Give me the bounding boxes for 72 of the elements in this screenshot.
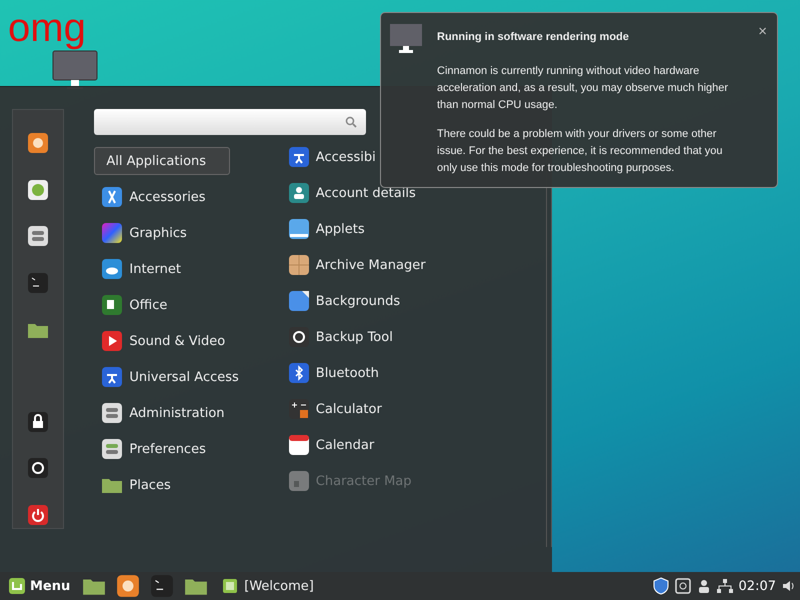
application-item[interactable]: Backgrounds [288,287,426,315]
volume-icon[interactable] [782,579,796,593]
clock[interactable]: 02:07 [738,578,776,594]
category-item[interactable]: Administration [94,399,246,427]
box-icon [288,254,310,276]
category-label: Administration [129,406,225,420]
category-label: All Applications [106,154,206,168]
toggles-icon [101,402,124,424]
category-label: Preferences [129,442,206,456]
category-item[interactable]: Places [94,471,246,499]
application-item[interactable]: Calendar [288,431,426,459]
cloud-icon [101,258,124,280]
category-label: Sound & Video [129,334,226,348]
category-label: Internet [129,262,182,276]
application-label: Archive Manager [316,258,426,272]
search-icon [345,116,358,128]
lock-icon [27,410,50,433]
notification-text: There could be a problem with your drivers or some other issue. For the best experience, it is recommended that you only use this mode for troubleshooting purposes. [437,127,724,176]
terminal-icon [27,272,50,294]
panel-icon [288,218,310,240]
shield-icon[interactable] [652,577,669,595]
application-label: Backup Tool [316,330,393,344]
category-item[interactable]: Preferences [94,435,246,463]
bluetooth-icon [288,362,310,384]
category-label: Office [129,298,168,312]
category-label: Places [129,478,171,492]
category-item[interactable]: Office [94,291,246,319]
application-item[interactable]: Backup Tool [288,323,426,351]
application-item[interactable]: Calculator [288,395,426,423]
category-item[interactable]: All Applications [94,147,230,175]
application-item[interactable]: Bluetooth [288,359,426,387]
category-label: Accessories [129,190,206,204]
terminal-icon [150,574,174,598]
calculator-icon [288,398,310,420]
application-item[interactable]: Account details [288,179,426,207]
calendar-icon [288,434,310,456]
application-label: Bluetooth [316,366,379,380]
search-field[interactable] [94,109,366,135]
application-item[interactable]: Accessibi [288,143,426,171]
application-label: Applets [316,222,365,236]
application-label: Account details [316,186,416,200]
menu-button[interactable]: Menu [4,573,74,599]
notification-title: Running in software rendering mode [437,31,630,43]
category-item[interactable]: Accessories [94,183,246,211]
power-icon [27,504,50,526]
close-button[interactable]: × [758,23,767,40]
user-icon [288,182,310,204]
user-icon[interactable] [696,579,711,593]
category-label: Graphics [129,226,187,240]
category-item[interactable]: Graphics [94,219,246,247]
category-item[interactable]: Internet [94,255,246,283]
window-button[interactable]: [Welcome] [216,573,320,599]
application-label: Calendar [316,438,374,452]
notification-text: Cinnamon is currently running without video hardware acceleration and, as a result, you may observe much higher than normal CPU usage. [437,64,730,113]
play-icon [101,330,124,352]
application-label: Backgrounds [316,294,400,308]
application-label: Accessibi [316,150,376,164]
picture-icon [288,290,310,312]
monitor-icon [389,23,423,55]
application-item[interactable]: Applets [288,215,426,243]
toggles-icon [27,225,50,248]
toggles-icon [101,438,124,460]
application-label: Calculator [316,402,382,416]
window-icon [222,578,238,594]
application-label: Character Map [316,474,412,488]
network-icon[interactable] [716,579,733,593]
category-item[interactable]: Sound & Video [94,327,246,355]
application-item[interactable]: Archive Manager [288,251,426,279]
document-icon [101,294,124,316]
category-item[interactable]: Universal Access [94,363,246,391]
category-label: Universal Access [129,370,239,384]
desktop-text: omg [8,8,86,48]
